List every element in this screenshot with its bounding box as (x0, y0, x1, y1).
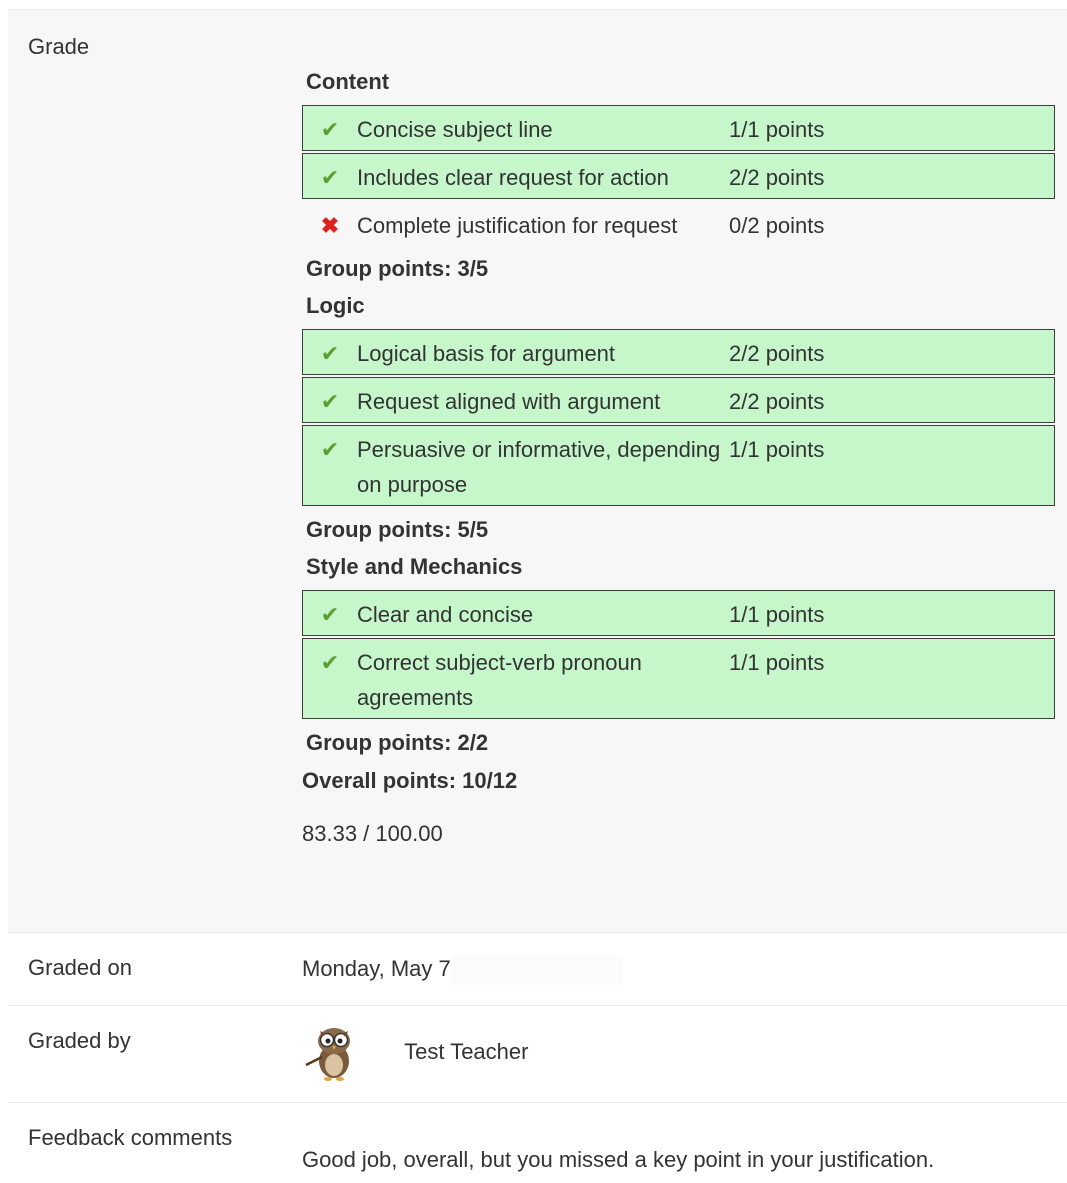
graded-by-row: Graded by Test Teacher (8, 1005, 1067, 1102)
owl-avatar-icon (302, 1021, 364, 1083)
graded-on-label: Graded on (28, 955, 132, 980)
criterion-description: Correct subject-verb pronoun agreements (357, 650, 642, 710)
check-icon: ✔ (320, 165, 340, 190)
graded-on-date: Monday, May 7 (302, 955, 451, 981)
group-points: Group points: 2/2 (306, 730, 489, 755)
feedback-row: Feedback comments Good job, overall, but… (8, 1102, 1067, 1173)
feedback-table: Grade Content ✔ Concise subject line 1/1… (8, 9, 1067, 1173)
criterion-row: ✔ Correct subject-verb pronoun agreement… (302, 638, 1055, 719)
criterion-row: ✔ Request aligned with argument 2/2 poin… (302, 377, 1055, 423)
grade-row: Grade Content ✔ Concise subject line 1/1… (8, 9, 1067, 932)
group-title: Logic (306, 293, 365, 318)
criterion-points: 1/1 points (729, 437, 825, 462)
criterion-row: ✔ Includes clear request for action 2/2 … (302, 153, 1055, 199)
criterion-points: 2/2 points (729, 341, 825, 366)
criterion-points: 0/2 points (729, 213, 825, 238)
group-title: Style and Mechanics (306, 554, 523, 579)
check-icon: ✔ (320, 650, 340, 675)
group-points: Group points: 5/5 (306, 517, 489, 542)
criteria-list: ✔ Clear and concise 1/1 points ✔ Correct… (302, 590, 1055, 719)
criterion-row: ✔ Concise subject line 1/1 points (302, 105, 1055, 151)
grade-label: Grade (28, 34, 90, 59)
criterion-row: ✔ Logical basis for argument 2/2 points (302, 329, 1055, 375)
graded-on-row: Graded on Monday, May 7 (8, 932, 1067, 1005)
criterion-description: Clear and concise (357, 602, 534, 627)
check-icon: ✔ (320, 389, 340, 414)
overall-points: Overall points: 10/12 (302, 768, 518, 793)
check-icon: ✔ (320, 117, 340, 142)
criterion-points: 2/2 points (729, 165, 825, 190)
criterion-description: Logical basis for argument (357, 341, 616, 366)
feedback-label: Feedback comments (28, 1125, 233, 1150)
group-title: Content (306, 69, 390, 94)
criterion-row: ✖ Complete justification for request 0/2… (302, 201, 1055, 247)
criterion-points: 1/1 points (729, 650, 825, 675)
criterion-row: ✔ Persuasive or informative, depending o… (302, 425, 1055, 506)
check-icon: ✔ (320, 437, 340, 462)
criteria-list: ✔ Logical basis for argument 2/2 points … (302, 329, 1055, 506)
feedback-text: Good job, overall, but you missed a key … (302, 1147, 935, 1172)
rubric: Content ✔ Concise subject line 1/1 point… (302, 10, 1067, 932)
final-grade: 83.33 / 100.00 (302, 821, 443, 846)
criteria-list: ✔ Concise subject line 1/1 points ✔ Incl… (302, 105, 1055, 247)
date-redaction (450, 955, 623, 985)
cross-icon: ✖ (320, 213, 340, 238)
criterion-points: 1/1 points (729, 117, 825, 142)
criterion-description: Request aligned with argument (357, 389, 661, 414)
criterion-description: Concise subject line (357, 117, 553, 142)
graded-by-label: Graded by (28, 1028, 131, 1053)
criterion-points: 2/2 points (729, 389, 825, 414)
criterion-description: Complete justification for request (357, 213, 678, 238)
group-points: Group points: 3/5 (306, 256, 489, 281)
check-icon: ✔ (320, 341, 340, 366)
grader-name: Test Teacher (404, 1039, 529, 1064)
criterion-description: Persuasive or informative, depending on … (357, 437, 721, 497)
criterion-points: 1/1 points (729, 602, 825, 627)
check-icon: ✔ (320, 602, 340, 627)
criterion-row: ✔ Clear and concise 1/1 points (302, 590, 1055, 636)
criterion-description: Includes clear request for action (357, 165, 669, 190)
